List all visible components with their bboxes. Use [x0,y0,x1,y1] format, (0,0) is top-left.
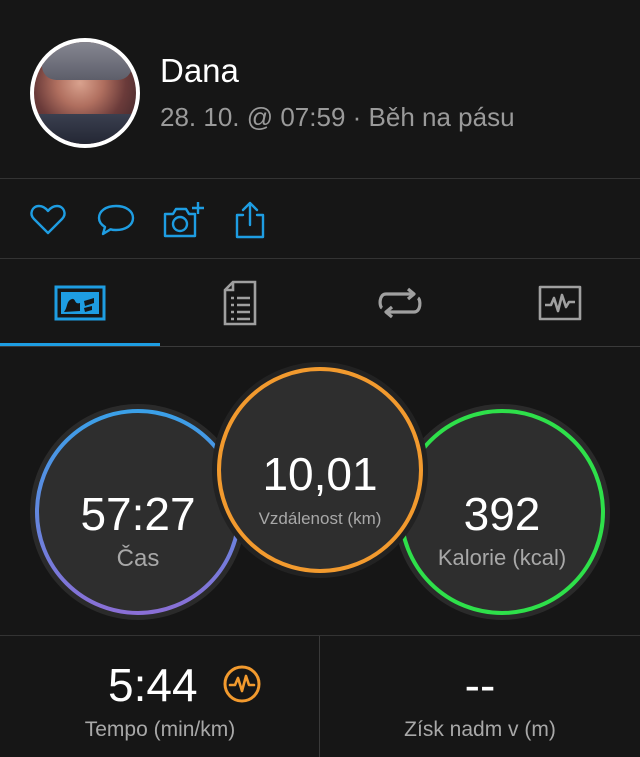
elevation-value: -- [464,659,496,711]
stats-summary: 57:27 Čas 10,01 Vzdálenost (km) 392 Kalo… [0,347,640,635]
calories-value: 392 [463,488,541,540]
activity-meta: 28. 10. @ 07:59 · Běh na pásu [160,102,515,132]
details-tab-icon [223,280,257,326]
pace-stat[interactable]: 5:44 [0,654,320,714]
tab-chart[interactable] [480,259,640,347]
time-value: 57:27 [80,488,196,540]
time-label: Čas [116,545,160,572]
elevation-label: Získ nadm v (m) [404,718,556,741]
pace-value: 5:44 [108,659,198,711]
laps-tab-icon [378,287,422,319]
calories-label: Kalorie (kcal) [437,545,567,570]
divider [0,178,640,179]
distance-value: 10,01 [262,448,378,500]
tab-overview[interactable] [0,259,160,347]
pace-badge-icon [222,664,262,704]
avatar-photo [34,42,136,144]
user-name[interactable]: Dana [160,52,239,90]
tab-details[interactable] [160,259,320,347]
action-bar [0,180,640,258]
tab-bar [0,259,640,347]
chart-tab-icon [538,285,582,321]
comment-icon[interactable] [96,200,136,240]
share-icon[interactable] [232,200,272,240]
overview-tab-icon [54,285,106,321]
vertical-divider [319,636,320,757]
avatar[interactable] [30,38,140,148]
tab-laps[interactable] [320,259,480,347]
pace-label: Tempo (min/km) [84,718,236,741]
distance-label: Vzdálenost (km) [258,509,382,528]
add-photo-icon[interactable] [162,200,204,240]
secondary-stats: 5:44 Tempo (min/km) -- Získ nadm v (m) [0,636,640,757]
activity-header: Dana 28. 10. @ 07:59 · Běh na pásu [0,0,640,178]
heart-icon[interactable] [28,200,68,240]
